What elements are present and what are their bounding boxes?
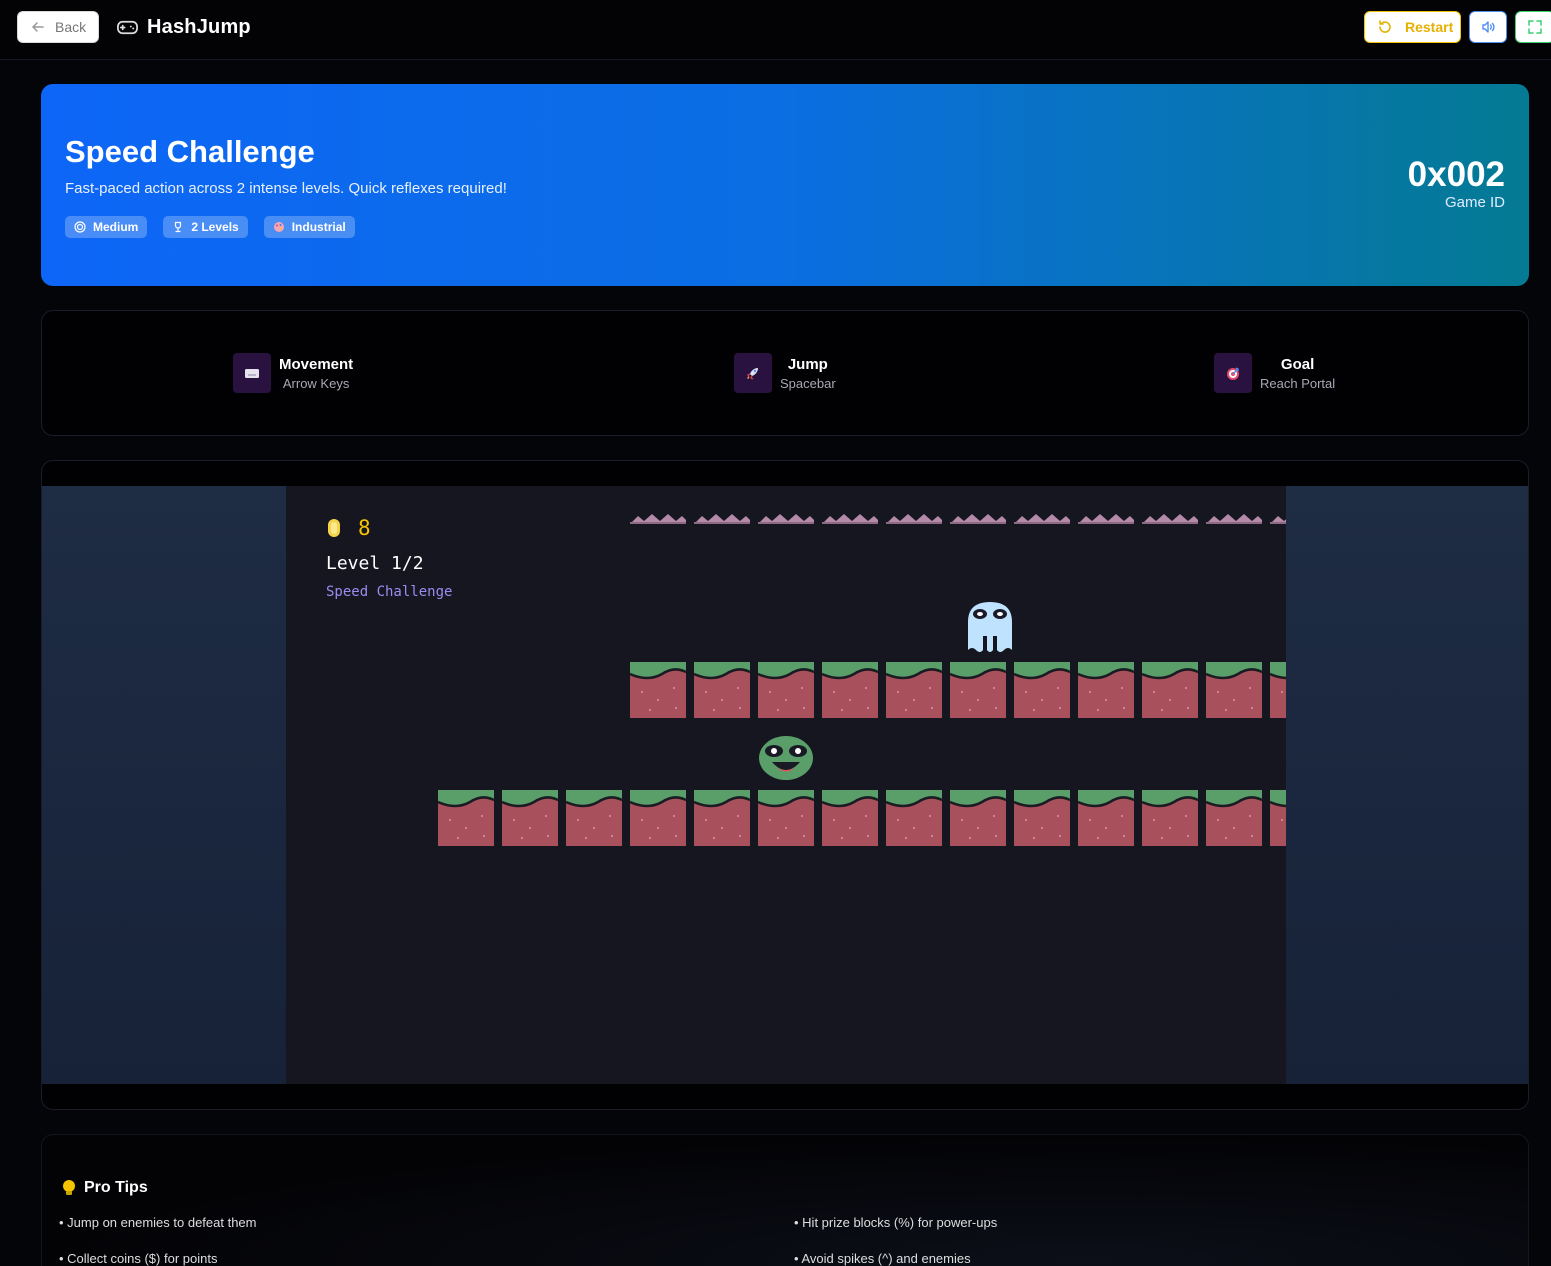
spike-hazard [630,514,686,524]
spike-hazard [1078,514,1134,524]
game-area: 8 Level 1/2 Speed Challenge [42,486,1528,1084]
control-jump-key: Spacebar [780,375,836,391]
ground-block [886,662,942,718]
ghost-enemy [968,602,1012,652]
ground-block [438,790,494,846]
back-button[interactable]: Back [17,11,99,43]
ground-block [1206,662,1262,718]
ground-block [822,790,878,846]
ground-block [630,662,686,718]
difficulty-tag: Medium [65,216,148,238]
ground-block [566,790,622,846]
game-canvas[interactable]: 8 Level 1/2 Speed Challenge [286,486,1286,1084]
level-indicator: Level 1/2 [326,553,424,574]
restart-label: Restart [1405,19,1454,35]
game-id: 0x002 Game ID [1407,155,1505,212]
control-goal-desc: Reach Portal [1260,375,1336,391]
control-movement: Movement Arrow Keys [233,353,353,393]
player-character [759,736,813,780]
levels-tag-label: 2 Levels [191,220,239,234]
control-movement-title: Movement [279,355,354,373]
pro-tips-title: Pro Tips [84,1179,148,1196]
top-bar: Back HashJump Restart [0,0,1551,60]
keyboard-icon [233,353,271,393]
spike-hazard [822,514,878,524]
target-icon [74,221,86,233]
level-name: Speed Challenge [326,584,453,600]
game-title: Speed Challenge [65,134,315,169]
ground-block [1014,662,1070,718]
coin-counter: 8 [326,516,371,540]
spike-hazard [1142,514,1198,524]
pro-tips-title-row: Pro Tips [62,1179,148,1197]
difficulty-tag-label: Medium [93,220,139,234]
game-tags: Medium 2 Levels Industrial [65,216,355,238]
coin-count: 8 [358,516,371,540]
control-jump-title: Jump [787,355,828,373]
game-panel: 8 Level 1/2 Speed Challenge [41,460,1529,1110]
brand-title: HashJump [147,16,251,38]
spike-hazard [1014,514,1070,524]
ground-block [1142,662,1198,718]
ground-block [950,790,1006,846]
control-goal-title: Goal [1280,355,1315,373]
theme-tag-label: Industrial [291,220,346,234]
target-icon [1214,353,1252,393]
ground-block [758,662,814,718]
rotate-ccw-icon [1379,20,1391,33]
control-movement-key: Arrow Keys [282,375,350,391]
tip-item: • Jump on enemies to defeat them [59,1215,257,1230]
ground-block [1142,790,1198,846]
fullscreen-button[interactable] [1515,11,1551,43]
volume-icon [1482,21,1495,33]
ground-block [694,790,750,846]
controls-panel: Movement Arrow Keys Jump Spacebar Goal R… [41,310,1529,436]
spike-hazard [694,514,750,524]
tip-item: • Hit prize blocks (%) for power-ups [794,1215,998,1230]
ground-block [950,662,1006,718]
spike-hazard [1270,516,1286,524]
brand: HashJump [116,16,251,39]
tip-item: • Collect coins ($) for points [59,1251,218,1266]
ground-block [1078,790,1134,846]
palette-icon [273,222,284,232]
ground-block [502,790,558,846]
ground-block [1206,790,1262,846]
control-jump: Jump Spacebar [734,353,836,393]
theme-tag: Industrial [263,216,355,238]
control-goal: Goal Reach Portal [1214,353,1335,393]
spike-hazard [886,514,942,524]
levels-tag: 2 Levels [163,216,248,238]
tip-item: • Avoid spikes (^) and enemies [794,1251,971,1266]
ground-block [822,662,878,718]
coin-icon [328,519,340,537]
ground-block [694,662,750,718]
game-hero-banner: Speed Challenge Fast-paced action across… [41,84,1529,286]
game-description: Fast-paced action across 2 intense level… [65,180,507,197]
trophy-icon [175,221,182,233]
ground-block [1078,662,1134,718]
lightbulb-icon [63,1180,75,1195]
spike-hazard [1206,514,1262,524]
maximize-icon [1528,20,1542,34]
pro-tips-panel: Pro Tips • Jump on enemies to defeat the… [41,1134,1529,1266]
rocket-icon [734,353,772,393]
game-id-label: Game ID [1444,194,1505,211]
spike-hazard [758,514,814,524]
ground-block [1270,790,1286,846]
ground-block [630,790,686,846]
restart-button[interactable]: Restart [1364,11,1461,43]
ground-block [886,790,942,846]
ground-block [1270,662,1286,718]
ground-block [758,790,814,846]
arrow-left-icon [32,22,44,32]
gamepad-icon [117,20,138,35]
ground-block [1014,790,1070,846]
spike-hazard [950,514,1006,524]
back-label: Back [55,19,87,35]
game-id-value: 0x002 [1407,155,1505,194]
sound-toggle-button[interactable] [1469,11,1507,43]
